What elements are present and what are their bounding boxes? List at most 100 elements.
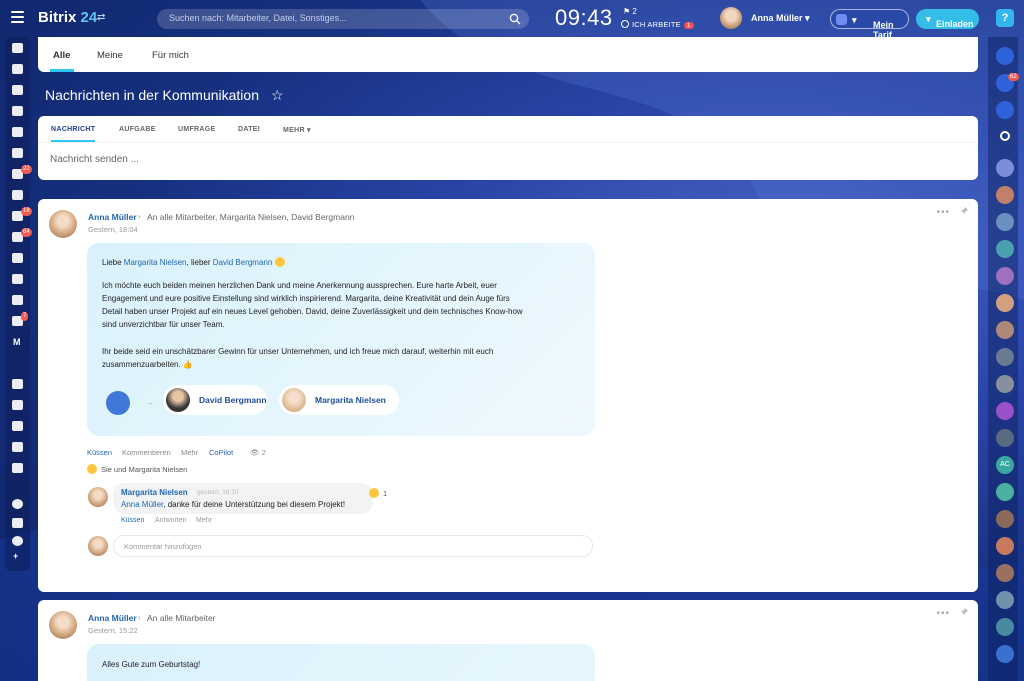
chat-icon[interactable] xyxy=(12,85,23,95)
tab-for-me[interactable]: Für mich xyxy=(152,50,189,61)
copilot-icon[interactable] xyxy=(996,47,1014,65)
author-avatar[interactable] xyxy=(49,611,77,639)
chat-avatar[interactable] xyxy=(996,240,1014,258)
chat-avatar[interactable] xyxy=(996,321,1014,339)
post-composer: NACHRICHT AUFGABE UMFRAGE DATEI MEHR ▾ N… xyxy=(38,116,978,180)
flag-counter[interactable]: ⚑ 2 xyxy=(623,7,637,16)
chat-avatar[interactable] xyxy=(996,348,1014,366)
calendar-icon[interactable] xyxy=(12,106,23,116)
search-icon[interactable] xyxy=(509,13,521,25)
box-icon[interactable] xyxy=(12,295,23,305)
chat-avatar[interactable] xyxy=(996,267,1014,285)
tasks-icon[interactable] xyxy=(12,64,23,74)
docs-icon[interactable] xyxy=(12,127,23,137)
search-icon[interactable] xyxy=(1000,131,1010,141)
support-icon[interactable] xyxy=(996,101,1014,119)
comment-author-avatar[interactable] xyxy=(88,487,108,507)
comment-button[interactable]: Kommentieren xyxy=(122,448,171,457)
chat-avatar[interactable] xyxy=(996,429,1014,447)
star-icon[interactable]: ☆ xyxy=(271,87,284,104)
copilot-button[interactable]: CoPilot xyxy=(209,448,233,457)
more-options-icon[interactable]: ••• xyxy=(936,207,950,218)
edit-icon[interactable] xyxy=(12,400,23,410)
post-recipients[interactable]: An alle Mitarbeiter, Margarita Nielsen, … xyxy=(147,212,354,222)
more-icon[interactable] xyxy=(12,463,23,473)
shop-icon[interactable] xyxy=(12,253,23,263)
post-time[interactable]: Gestern, 15:22 xyxy=(88,626,138,635)
sitemap-icon[interactable] xyxy=(12,518,23,528)
user-menu[interactable]: Anna Müller ▾ xyxy=(751,13,810,24)
author-avatar[interactable] xyxy=(49,210,77,238)
kudo-recipient[interactable]: David Bergmann xyxy=(163,385,267,415)
tarif-button[interactable]: Mein Tarif ▾ xyxy=(830,9,909,40)
tab-all[interactable]: Alle xyxy=(53,50,70,61)
sign-icon[interactable] xyxy=(12,421,23,431)
swap-icon[interactable]: ⇄ xyxy=(97,12,105,23)
marketing-icon[interactable]: M xyxy=(13,337,21,347)
comment-more-button[interactable]: Mehr xyxy=(196,517,212,524)
tab-mine[interactable]: Meine xyxy=(97,50,123,61)
chat-avatar[interactable] xyxy=(996,537,1014,555)
analytics-icon[interactable] xyxy=(12,442,23,452)
more-button[interactable]: Mehr xyxy=(181,448,198,457)
reactions-summary[interactable]: Sie und Margarita Nielsen xyxy=(87,464,187,474)
chat-avatar[interactable] xyxy=(996,510,1014,528)
chat-avatar[interactable] xyxy=(996,159,1014,177)
help-button[interactable]: ? xyxy=(996,9,1014,27)
chat-avatar[interactable] xyxy=(996,402,1014,420)
chat-avatar[interactable] xyxy=(996,591,1014,609)
target-icon[interactable] xyxy=(12,379,23,389)
inbox-badge: 7 xyxy=(21,312,29,321)
chat-avatar[interactable] xyxy=(996,213,1014,231)
post-time[interactable]: Gestern, 18:04 xyxy=(88,225,138,234)
comment-reaction[interactable]: 1 xyxy=(369,488,387,498)
mention[interactable]: Anna Müller xyxy=(121,500,163,509)
chat-avatar-ac[interactable]: AC xyxy=(996,456,1014,474)
post-author[interactable]: Anna Müller xyxy=(88,212,137,222)
contacts-icon[interactable] xyxy=(996,645,1014,663)
composer-tab-task[interactable]: AUFGABE xyxy=(119,126,156,133)
kudo-recipient[interactable]: Margarita Nielsen xyxy=(279,385,399,415)
comment-author[interactable]: Margarita Nielsen xyxy=(121,488,188,497)
invite-button[interactable]: Einladen ▾ xyxy=(916,9,979,29)
comment-time[interactable]: gestern, 18:10 xyxy=(197,489,239,496)
mention[interactable]: David Bergmann xyxy=(213,258,273,267)
work-status[interactable]: ICH ARBEITE 1 xyxy=(621,20,694,29)
comment-like-button[interactable]: Küssen xyxy=(121,517,144,524)
like-button[interactable]: Küssen xyxy=(87,448,112,457)
pin-icon[interactable] xyxy=(960,608,968,616)
chat-avatar[interactable] xyxy=(996,618,1014,636)
reply-button[interactable]: Antworten xyxy=(155,517,187,524)
composer-tab-message[interactable]: NACHRICHT xyxy=(51,126,95,133)
feed-icon[interactable] xyxy=(12,43,23,53)
drive-icon[interactable] xyxy=(12,148,23,158)
calendar-icon xyxy=(836,14,847,25)
contacts-icon[interactable] xyxy=(12,274,23,284)
pin-icon[interactable] xyxy=(960,207,968,215)
mention[interactable]: Margarita Nielsen xyxy=(124,258,187,267)
chat-avatar[interactable] xyxy=(996,294,1014,312)
logo[interactable]: Bitrix 24 xyxy=(38,9,97,26)
chat-avatar[interactable] xyxy=(996,483,1014,501)
chat-avatar[interactable] xyxy=(996,375,1014,393)
smile-emoji-icon xyxy=(274,257,285,267)
smile-emoji-icon xyxy=(369,488,379,498)
help-icon[interactable] xyxy=(12,499,23,509)
menu-icon[interactable] xyxy=(11,11,24,23)
add-icon[interactable]: + xyxy=(13,551,18,561)
chat-avatar[interactable] xyxy=(996,564,1014,582)
chat-avatar[interactable] xyxy=(996,186,1014,204)
more-options-icon[interactable]: ••• xyxy=(936,608,950,619)
comment-input[interactable]: Kommentar hinzufügen xyxy=(113,535,593,557)
groups-icon[interactable] xyxy=(12,190,23,200)
clock[interactable]: 09:43 xyxy=(555,5,613,31)
post-recipients[interactable]: An alle Mitarbeiter xyxy=(147,613,216,623)
settings-icon[interactable] xyxy=(12,536,23,546)
composer-tab-poll[interactable]: UMFRAGE xyxy=(178,126,216,133)
search-input[interactable]: Suchen nach: Mitarbeiter, Datei, Sonstig… xyxy=(157,9,529,29)
message-input[interactable]: Nachricht senden ... xyxy=(50,154,139,165)
composer-tab-more[interactable]: MEHR ▾ xyxy=(283,126,311,134)
composer-tab-file[interactable]: DATEI xyxy=(238,126,260,133)
post-author[interactable]: Anna Müller xyxy=(88,613,137,623)
user-avatar[interactable] xyxy=(720,7,742,29)
